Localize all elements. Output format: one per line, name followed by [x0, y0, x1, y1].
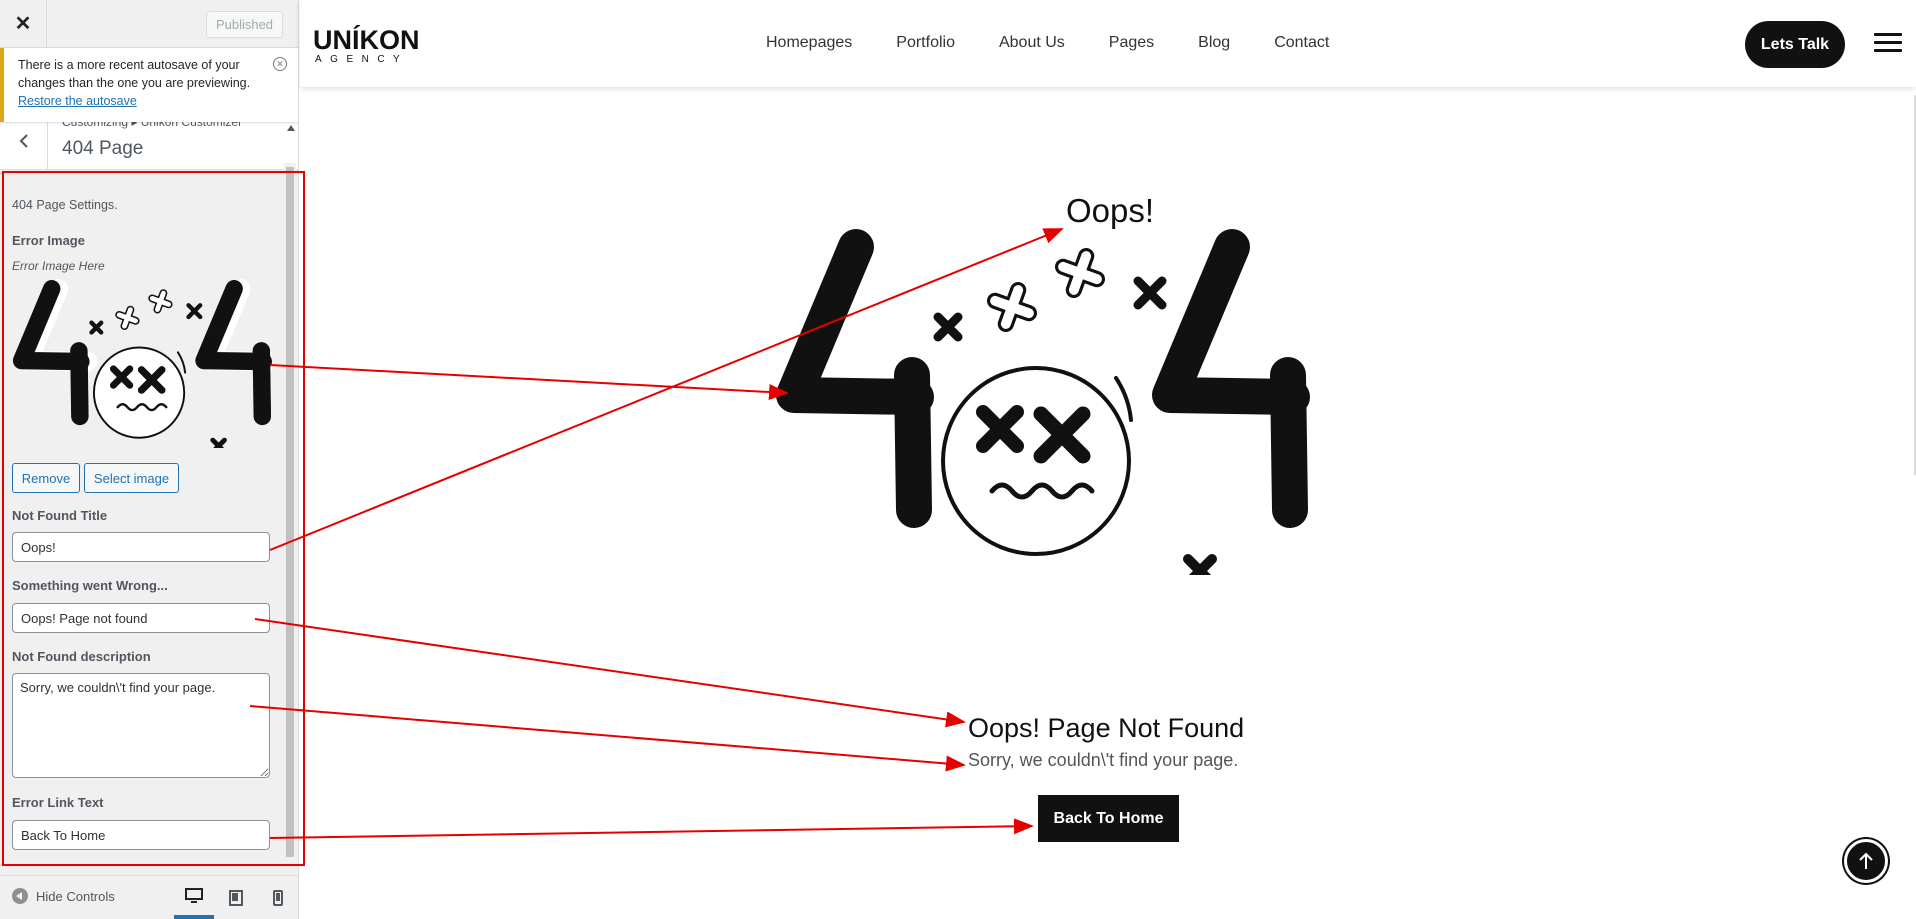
- error-link-text-input[interactable]: [12, 820, 270, 850]
- desktop-preview-button[interactable]: [174, 876, 214, 919]
- hide-controls-button[interactable]: Hide Controls: [12, 888, 115, 904]
- error-image-sublabel: Error Image Here: [12, 259, 105, 273]
- error-image-label: Error Image: [12, 233, 85, 248]
- nav-item-pages[interactable]: Pages: [1109, 34, 1154, 52]
- site-preview: UNÍKON AGENCY Homepages Portfolio About …: [300, 0, 1916, 919]
- error-heading: Oops! Page Not Found: [968, 713, 1245, 743]
- nav-item-contact[interactable]: Contact: [1274, 34, 1329, 52]
- close-icon: ✕: [14, 13, 32, 35]
- nav-item-about-us[interactable]: About Us: [999, 34, 1065, 52]
- site-logo[interactable]: UNÍKON: [313, 25, 420, 56]
- autosave-notice: There is a more recent autosave of your …: [0, 48, 298, 122]
- restore-autosave-link[interactable]: Restore the autosave: [18, 92, 269, 110]
- remove-image-button[interactable]: Remove: [12, 463, 80, 493]
- not-found-description-label: Not Found description: [12, 649, 151, 664]
- collapse-icon: [12, 888, 28, 904]
- tablet-preview-button[interactable]: [216, 876, 256, 919]
- something-wrong-label: Something went Wrong...: [12, 578, 168, 593]
- customizer-panel: ✕ Published Customizing ▸ Unikon Customi…: [0, 0, 299, 919]
- main-nav: Homepages Portfolio About Us Pages Blog …: [766, 34, 1329, 52]
- site-header: UNÍKON AGENCY Homepages Portfolio About …: [300, 0, 1916, 87]
- chevron-left-icon: [19, 134, 28, 148]
- nav-item-blog[interactable]: Blog: [1198, 34, 1230, 52]
- publish-button[interactable]: Published: [206, 11, 283, 38]
- scroll-to-top-button[interactable]: [1844, 839, 1888, 883]
- mobile-icon: [273, 889, 283, 906]
- not-found-title-input[interactable]: [12, 532, 270, 562]
- autosave-message: There is a more recent autosave of your …: [18, 58, 251, 90]
- mobile-preview-button[interactable]: [258, 876, 298, 919]
- error-image-thumbnail[interactable]: [10, 278, 272, 448]
- nav-item-portfolio[interactable]: Portfolio: [896, 34, 955, 52]
- 404-error-illustration: [776, 227, 1310, 575]
- panel-footer: Hide Controls: [0, 875, 298, 919]
- error-link-text-label: Error Link Text: [12, 795, 104, 810]
- desktop-icon: [185, 887, 203, 903]
- tablet-icon: [229, 889, 243, 906]
- dismiss-icon[interactable]: ✕: [273, 57, 287, 71]
- section-title: 404 Page: [62, 138, 144, 159]
- something-wrong-input[interactable]: [12, 603, 270, 633]
- scroll-up-arrow-icon[interactable]: [287, 125, 295, 131]
- not-found-description-textarea[interactable]: Sorry, we couldn\'t find your page.: [12, 673, 270, 778]
- panel-scrollbar-thumb[interactable]: [286, 167, 294, 857]
- error-description: Sorry, we couldn\'t find your page.: [968, 750, 1239, 770]
- not-found-title-label: Not Found Title: [12, 508, 108, 523]
- nav-item-homepages[interactable]: Homepages: [766, 34, 852, 52]
- select-image-button[interactable]: Select image: [84, 463, 179, 493]
- panel-header: ✕ Published: [0, 0, 298, 48]
- section-description: 404 Page Settings.: [12, 198, 118, 212]
- close-button[interactable]: ✕: [0, 0, 47, 47]
- back-to-home-button[interactable]: Back To Home: [1038, 795, 1179, 842]
- site-logo-tagline: AGENCY: [315, 54, 409, 65]
- hamburger-menu-icon[interactable]: [1874, 33, 1902, 53]
- lets-talk-button[interactable]: Lets Talk: [1745, 21, 1845, 68]
- hide-controls-label: Hide Controls: [36, 888, 115, 904]
- arrow-up-icon: [1859, 852, 1873, 869]
